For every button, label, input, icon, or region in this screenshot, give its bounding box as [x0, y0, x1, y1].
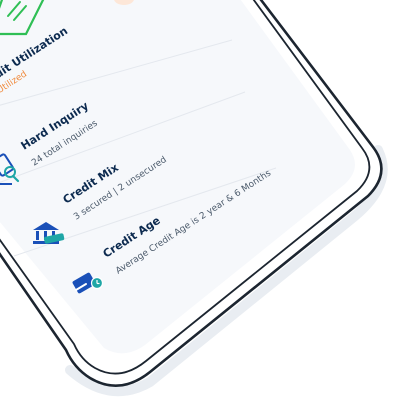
- screenshot-stage: Credit Utilization 65% Utilized Hard Inq…: [0, 0, 401, 410]
- phone-mockup: Credit Utilization 65% Utilized Hard Inq…: [0, 0, 388, 397]
